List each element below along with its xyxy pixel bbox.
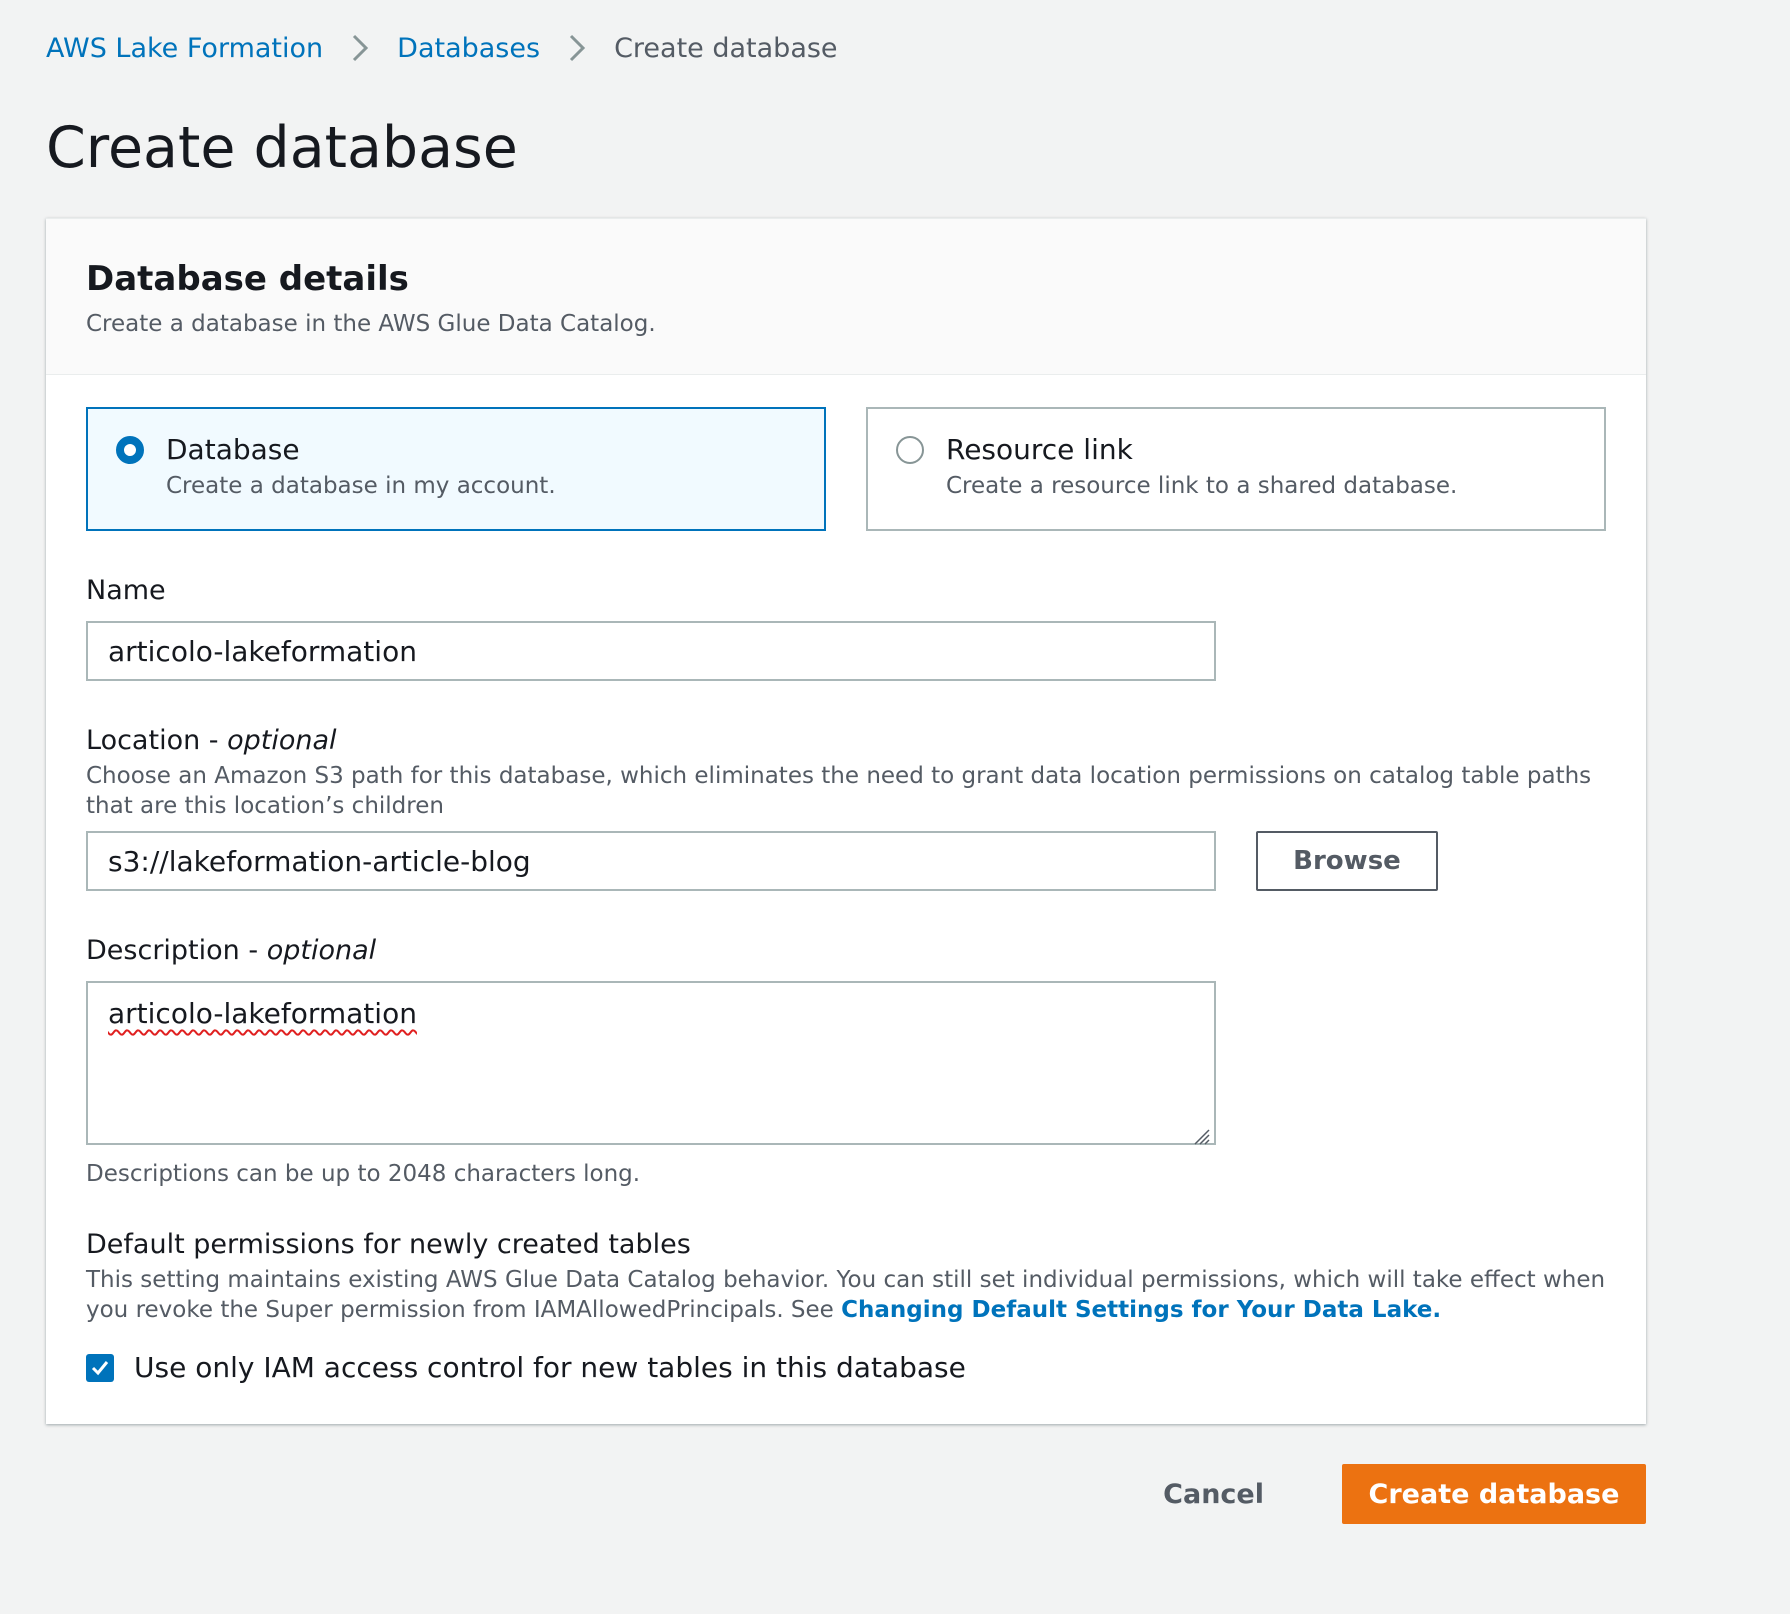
browse-button[interactable]: Browse	[1256, 831, 1438, 891]
location-optional: optional	[227, 725, 337, 756]
location-label-separator: -	[200, 725, 228, 756]
resize-grip-icon[interactable]	[1190, 1119, 1210, 1145]
chevron-right-icon	[351, 33, 369, 63]
iam-access-control-checkbox[interactable]	[86, 1353, 114, 1382]
description-optional: optional	[266, 935, 377, 966]
description-value: articolo-lakeformation	[108, 997, 417, 1030]
tile-database[interactable]: Database Create a database in my account…	[86, 407, 826, 531]
tile-resource-link[interactable]: Resource link Create a resource link to …	[866, 407, 1606, 531]
breadcrumb-lake-formation[interactable]: AWS Lake Formation	[46, 33, 323, 64]
location-help: Choose an Amazon S3 path for this databa…	[86, 763, 1592, 819]
description-label-separator: -	[239, 935, 267, 966]
create-database-button[interactable]: Create database	[1342, 1464, 1646, 1524]
chevron-right-icon	[568, 33, 586, 63]
page-title: Create database	[46, 115, 518, 181]
radio-database[interactable]	[116, 436, 144, 464]
database-details-panel: Database details Create a database in th…	[46, 218, 1646, 1424]
tile-resource-link-description: Create a resource link to a shared datab…	[946, 473, 1458, 499]
location-label-text: Location	[86, 725, 201, 756]
panel-title: Database details	[86, 259, 409, 299]
name-input[interactable]	[86, 621, 1216, 681]
description-textarea[interactable]: articolo-lakeformation	[86, 981, 1216, 1145]
tile-database-description: Create a database in my account.	[166, 473, 556, 499]
iam-access-control-label: Use only IAM access control for new tabl…	[134, 1351, 966, 1384]
iam-access-control-row[interactable]: Use only IAM access control for new tabl…	[86, 1351, 966, 1384]
panel-description: Create a database in the AWS Glue Data C…	[86, 311, 656, 337]
location-input[interactable]	[86, 831, 1216, 891]
default-permissions-title: Default permissions for newly created ta…	[86, 1229, 691, 1260]
description-label: Description - optional	[86, 935, 376, 966]
description-help: Descriptions can be up to 2048 character…	[86, 1161, 641, 1187]
description-label-text: Description	[86, 935, 240, 966]
database-type-tiles: Database Create a database in my account…	[86, 407, 1606, 531]
breadcrumb-databases[interactable]: Databases	[397, 33, 540, 64]
panel-header: Database details Create a database in th…	[46, 219, 1646, 375]
checkmark-icon	[91, 1360, 109, 1375]
breadcrumb: AWS Lake Formation Databases Create data…	[46, 24, 838, 72]
tile-database-label: Database	[166, 433, 300, 466]
location-label: Location - optional	[86, 725, 337, 756]
name-label: Name	[86, 575, 166, 606]
tile-resource-link-text: Resource link Create a resource link to …	[946, 431, 1457, 507]
default-permissions-help: This setting maintains existing AWS Glue…	[86, 1265, 1626, 1325]
changing-default-settings-link[interactable]: Changing Default Settings for Your Data …	[841, 1297, 1441, 1323]
form-actions: Cancel Create database	[1135, 1464, 1646, 1524]
breadcrumb-current: Create database	[614, 32, 838, 64]
cancel-button[interactable]: Cancel	[1135, 1464, 1292, 1524]
tile-database-text: Database Create a database in my account…	[166, 431, 556, 507]
radio-resource-link[interactable]	[896, 436, 924, 464]
tile-resource-link-label: Resource link	[946, 433, 1133, 466]
